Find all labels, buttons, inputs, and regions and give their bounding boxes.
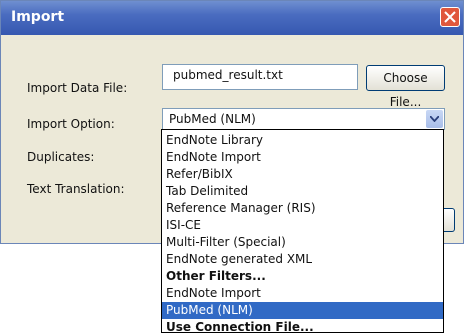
chevron-down-icon — [430, 116, 439, 122]
list-item[interactable]: Tab Delimited — [162, 183, 443, 200]
import-data-file-input[interactable]: pubmed_result.txt — [162, 64, 358, 90]
import-data-file-label: Import Data File: — [27, 81, 128, 95]
choose-file-button[interactable]: Choose File... — [366, 65, 445, 109]
list-item-other-filters[interactable]: Other Filters... — [162, 268, 443, 285]
dialog-title: Import — [11, 9, 65, 25]
list-item[interactable]: Refer/BibIX — [162, 166, 443, 183]
title-bar[interactable]: Import — [1, 1, 463, 35]
close-icon — [444, 11, 456, 23]
list-item[interactable]: EndNote Library — [162, 132, 443, 149]
file-value: pubmed_result.txt — [173, 68, 283, 82]
import-option-value: PubMed (NLM) — [169, 112, 256, 126]
import-option-select[interactable]: PubMed (NLM) — [162, 108, 445, 130]
import-option-label: Import Option: — [27, 117, 115, 131]
list-item-use-connection-file[interactable]: Use Connection File... — [162, 319, 443, 336]
import-option-list: EndNote Library EndNote Import Refer/Bib… — [161, 129, 444, 336]
list-item[interactable]: EndNote Import — [162, 285, 443, 302]
duplicates-label: Duplicates: — [27, 150, 95, 164]
list-item[interactable]: EndNote generated XML — [162, 251, 443, 268]
close-button[interactable] — [440, 7, 460, 27]
list-item[interactable]: EndNote Import — [162, 149, 443, 166]
list-item-selected[interactable]: PubMed (NLM) — [162, 302, 443, 319]
list-item[interactable]: Multi-Filter (Special) — [162, 234, 443, 251]
dropdown-arrow[interactable] — [426, 110, 443, 128]
list-item[interactable]: ISI-CE — [162, 217, 443, 234]
text-translation-label: Text Translation: — [27, 182, 125, 196]
list-item[interactable]: Reference Manager (RIS) — [162, 200, 443, 217]
